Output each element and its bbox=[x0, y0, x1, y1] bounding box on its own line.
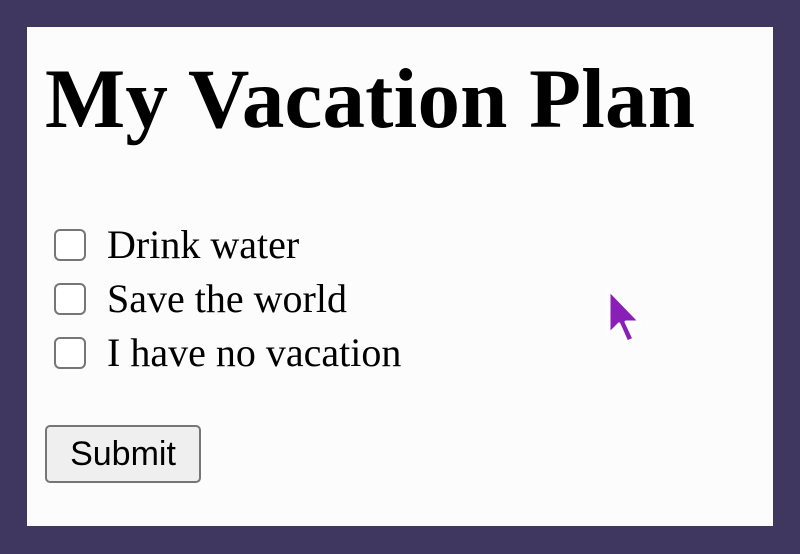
vacation-checklist: Drink water Save the world I have no vac… bbox=[54, 218, 401, 380]
pointer-arrow-icon bbox=[607, 288, 642, 344]
page-title: My Vacation Plan bbox=[45, 52, 696, 146]
checklist-item-label: Save the world bbox=[107, 276, 347, 321]
submit-button[interactable]: Submit bbox=[45, 425, 201, 483]
checklist-item-label: I have no vacation bbox=[107, 330, 402, 375]
save-the-world-checkbox[interactable] bbox=[54, 283, 86, 315]
checklist-item: Save the world bbox=[54, 272, 401, 326]
drink-water-checkbox[interactable] bbox=[54, 229, 86, 261]
checklist-item: Drink water bbox=[54, 218, 401, 272]
no-vacation-checkbox[interactable] bbox=[54, 337, 86, 369]
checklist-item-label: Drink water bbox=[107, 222, 300, 267]
checklist-item: I have no vacation bbox=[54, 326, 401, 380]
content-panel: My Vacation Plan Drink water Save the wo… bbox=[27, 27, 773, 526]
